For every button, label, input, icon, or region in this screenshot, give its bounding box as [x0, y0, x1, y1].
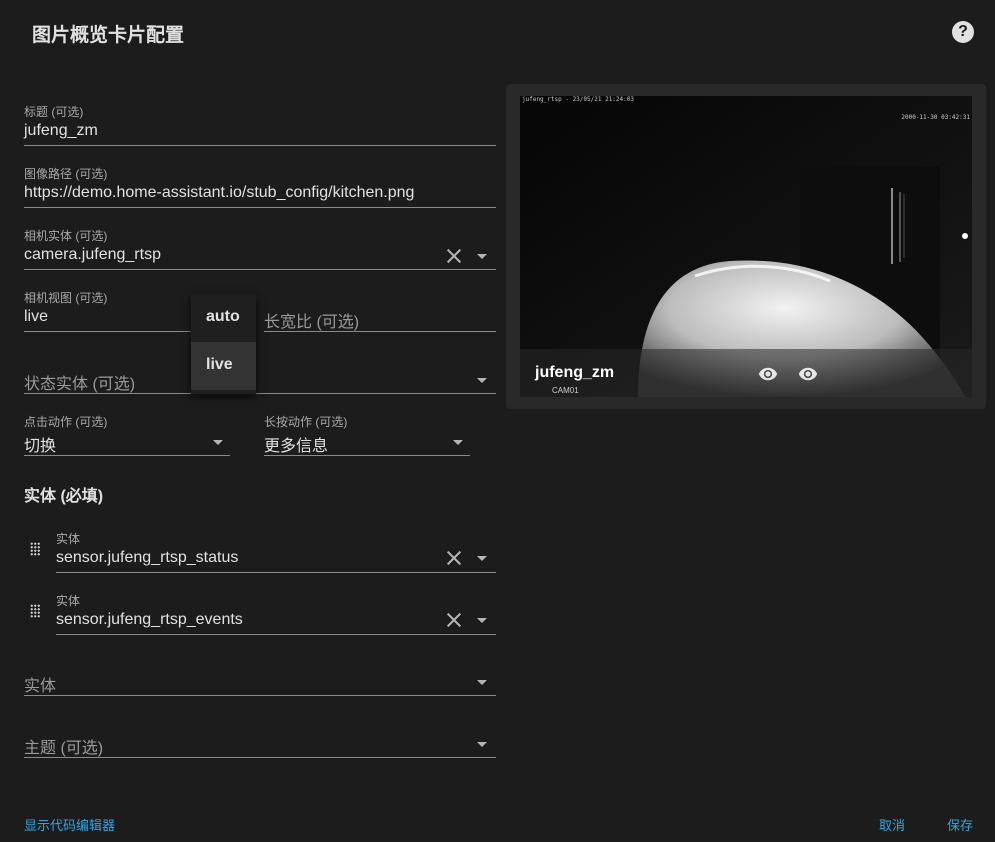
chevron-down-icon[interactable] [477, 680, 487, 685]
entities-heading: 实体 (必填) [24, 488, 104, 505]
menu-item-label: live [206, 356, 233, 373]
menu-item-live[interactable]: live [191, 342, 256, 390]
hold-action-value[interactable]: 更多信息 [264, 432, 328, 456]
aspect-ratio-placeholder[interactable]: 长宽比 (可选) [264, 308, 359, 332]
dialog-title: 图片概览卡片配置 [32, 25, 185, 46]
card-footer: jufeng_zm CAM01 [520, 349, 972, 397]
menu-item-label: auto [206, 308, 240, 325]
camera-entity-label: 相机实体 (可选) [24, 229, 108, 243]
state-entity-field[interactable]: 状态实体 (可选) [24, 348, 496, 394]
help-icon[interactable]: ? [952, 21, 974, 43]
camera-image: jufeng_rtsp - 23/05/21 21:24:03 2000-11-… [520, 96, 972, 397]
add-entity-field[interactable]: 实体 [24, 650, 496, 696]
title-field-value[interactable]: jufeng_zm [24, 122, 98, 140]
add-entity-placeholder[interactable]: 实体 [24, 672, 56, 696]
menu-item-auto[interactable]: auto [191, 294, 256, 342]
chevron-down-icon[interactable] [213, 440, 223, 445]
hold-action-label: 长按动作 (可选) [264, 415, 348, 429]
entity-label: 实体 [56, 532, 81, 546]
tap-action-field[interactable]: 点击动作 (可选) 切换 [24, 410, 230, 456]
theme-placeholder[interactable]: 主题 (可选) [24, 734, 103, 758]
chevron-down-icon[interactable] [477, 742, 487, 747]
camera-view-label: 相机视图 (可选) [24, 291, 108, 305]
state-entity-placeholder[interactable]: 状态实体 (可选) [24, 370, 135, 394]
preview-card: jufeng_rtsp - 23/05/21 21:24:03 2000-11-… [506, 84, 986, 409]
drag-handle-icon[interactable] [30, 542, 40, 556]
title-field[interactable]: 标题 (可选) jufeng_zm [24, 100, 496, 146]
entity-value[interactable]: sensor.jufeng_rtsp_status [56, 549, 238, 567]
eye-icon[interactable] [758, 364, 778, 384]
image-path-label: 图像路径 (可选) [24, 167, 108, 181]
image-path-value[interactable]: https://demo.home-assistant.io/stub_conf… [24, 184, 414, 202]
chevron-down-icon[interactable] [477, 254, 487, 259]
entity-row[interactable]: 实体 sensor.jufeng_rtsp_status [56, 527, 496, 573]
entity-row[interactable]: 实体 sensor.jufeng_rtsp_events [56, 589, 496, 635]
drag-handle-icon[interactable] [30, 604, 40, 618]
entity-label: 实体 [56, 594, 81, 608]
clear-icon[interactable] [445, 247, 463, 265]
hold-action-field[interactable]: 长按动作 (可选) 更多信息 [264, 410, 470, 456]
camera-overlay-time: 2000-11-30 03:42:31 [901, 114, 970, 121]
image-path-field[interactable]: 图像路径 (可选) https://demo.home-assistant.io… [24, 162, 496, 208]
camera-overlay-header: jufeng_rtsp - 23/05/21 21:24:03 [522, 96, 634, 103]
clear-icon[interactable] [445, 549, 463, 567]
card-title: jufeng_zm [535, 364, 615, 381]
theme-field[interactable]: 主题 (可选) [24, 712, 496, 758]
title-field-label: 标题 (可选) [24, 105, 84, 119]
chevron-down-icon[interactable] [453, 440, 463, 445]
clear-icon[interactable] [445, 611, 463, 629]
tap-action-value[interactable]: 切换 [24, 432, 56, 456]
save-button[interactable]: 保存 [947, 815, 973, 834]
camera-label: CAM01 [552, 386, 579, 395]
camera-view-menu: auto live [191, 294, 256, 394]
entity-value[interactable]: sensor.jufeng_rtsp_events [56, 611, 243, 629]
eye-icon[interactable] [798, 364, 818, 384]
tap-action-label: 点击动作 (可选) [24, 415, 108, 429]
chevron-down-icon[interactable] [477, 618, 487, 623]
chevron-down-icon[interactable] [477, 378, 487, 383]
show-code-editor-button[interactable]: 显示代码编辑器 [24, 815, 115, 834]
camera-view-value[interactable]: live [24, 308, 48, 326]
aspect-ratio-field[interactable]: 长宽比 (可选) [264, 286, 496, 332]
camera-entity-field[interactable]: 相机实体 (可选) camera.jufeng_rtsp [24, 224, 496, 270]
cancel-button[interactable]: 取消 [879, 815, 905, 834]
camera-entity-value[interactable]: camera.jufeng_rtsp [24, 246, 161, 264]
chevron-down-icon[interactable] [477, 556, 487, 561]
